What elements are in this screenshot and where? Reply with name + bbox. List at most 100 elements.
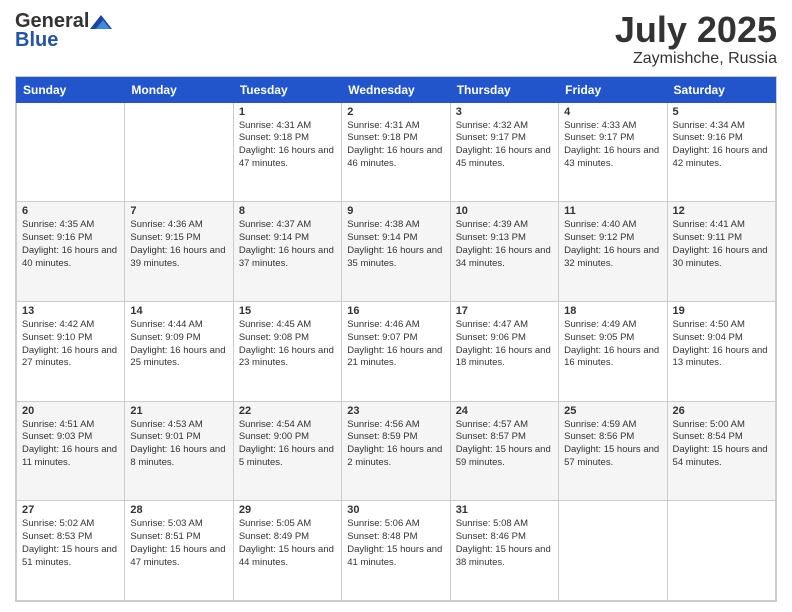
day-number: 23 xyxy=(347,405,444,417)
day-number: 8 xyxy=(239,205,336,217)
day-cell: 11Sunrise: 4:40 AMSunset: 9:12 PMDayligh… xyxy=(559,202,667,302)
day-info: Sunrise: 4:44 AMSunset: 9:09 PMDaylight:… xyxy=(130,319,227,370)
day-cell: 8 Sunrise: 4:37 AMSunset: 9:14 PMDaylight… xyxy=(233,202,341,302)
day-cell: 26Sunrise: 5:00 AMSunset: 8:54 PMDayligh… xyxy=(667,401,775,501)
day-number: 6 xyxy=(22,205,119,217)
day-number: 19 xyxy=(673,305,770,317)
calendar-header-row: SundayMondayTuesdayWednesdayThursdayFrid… xyxy=(17,77,776,102)
day-info: Sunrise: 5:02 AMSunset: 8:53 PMDaylight:… xyxy=(22,518,119,569)
day-cell: 21 Sunrise: 4:53 AMSunset: 9:01 PMDayligh… xyxy=(125,401,233,501)
day-cell xyxy=(17,102,125,202)
day-info: Sunrise: 4:31 AMSunset: 9:18 PMDaylight:… xyxy=(239,120,336,171)
day-number: 15 xyxy=(239,305,336,317)
day-info: Sunrise: 5:05 AMSunset: 8:49 PMDaylight:… xyxy=(239,518,336,569)
week-row-4: 20 Sunrise: 4:51 AMSunset: 9:03 PMDayligh… xyxy=(17,401,776,501)
day-number: 12 xyxy=(673,205,770,217)
day-cell: 1 Sunrise: 4:31 AMSunset: 9:18 PMDaylight… xyxy=(233,102,341,202)
day-info: Sunrise: 4:47 AMSunset: 9:06 PMDaylight:… xyxy=(456,319,553,370)
day-number: 4 xyxy=(564,106,661,118)
day-info: Sunrise: 5:03 AMSunset: 8:51 PMDaylight:… xyxy=(130,518,227,569)
col-header-friday: Friday xyxy=(559,77,667,102)
day-info: Sunrise: 4:50 AMSunset: 9:04 PMDaylight:… xyxy=(673,319,770,370)
col-header-saturday: Saturday xyxy=(667,77,775,102)
day-cell: 13 Sunrise: 4:42 AMSunset: 9:10 PMDayligh… xyxy=(17,301,125,401)
calendar: SundayMondayTuesdayWednesdayThursdayFrid… xyxy=(15,76,777,602)
day-info: Sunrise: 4:42 AMSunset: 9:10 PMDaylight:… xyxy=(22,319,119,370)
day-cell: 24 Sunrise: 4:57 AMSunset: 8:57 PMDayligh… xyxy=(450,401,558,501)
day-cell: 6 Sunrise: 4:35 AMSunset: 9:16 PMDaylight… xyxy=(17,202,125,302)
day-info: Sunrise: 4:32 AMSunset: 9:17 PMDaylight:… xyxy=(456,120,553,171)
day-info: Sunrise: 5:08 AMSunset: 8:46 PMDaylight:… xyxy=(456,518,553,569)
logo-blue: Blue xyxy=(15,29,58,52)
day-cell: 16Sunrise: 4:46 AMSunset: 9:07 PMDayligh… xyxy=(342,301,450,401)
day-cell: 7Sunrise: 4:36 AMSunset: 9:15 PMDaylight… xyxy=(125,202,233,302)
day-info: Sunrise: 4:38 AMSunset: 9:14 PMDaylight:… xyxy=(347,219,444,270)
col-header-thursday: Thursday xyxy=(450,77,558,102)
day-number: 20 xyxy=(22,405,119,417)
day-number: 14 xyxy=(130,305,227,317)
calendar-body: 1 Sunrise: 4:31 AMSunset: 9:18 PMDaylight… xyxy=(17,102,776,600)
day-info: Sunrise: 4:31 AMSunset: 9:18 PMDaylight:… xyxy=(347,120,444,171)
day-number: 1 xyxy=(239,106,336,118)
day-number: 3 xyxy=(456,106,553,118)
day-info: Sunrise: 4:33 AMSunset: 9:17 PMDaylight:… xyxy=(564,120,661,171)
day-info: Sunrise: 4:34 AMSunset: 9:16 PMDaylight:… xyxy=(673,120,770,171)
day-number: 28 xyxy=(130,504,227,516)
day-number: 13 xyxy=(22,305,119,317)
day-cell: 14 Sunrise: 4:44 AMSunset: 9:09 PMDayligh… xyxy=(125,301,233,401)
day-number: 17 xyxy=(456,305,553,317)
day-cell: 15 Sunrise: 4:45 AMSunset: 9:08 PMDayligh… xyxy=(233,301,341,401)
day-cell: 31 Sunrise: 5:08 AMSunset: 8:46 PMDayligh… xyxy=(450,501,558,601)
day-info: Sunrise: 4:56 AMSunset: 8:59 PMDaylight:… xyxy=(347,419,444,470)
day-cell: 27 Sunrise: 5:02 AMSunset: 8:53 PMDayligh… xyxy=(17,501,125,601)
day-number: 27 xyxy=(22,504,119,516)
day-cell: 3 Sunrise: 4:32 AMSunset: 9:17 PMDaylight… xyxy=(450,102,558,202)
day-cell xyxy=(667,501,775,601)
header: General Blue July 2025 Zaymishche, Russi… xyxy=(15,10,777,68)
day-cell: 30Sunrise: 5:06 AMSunset: 8:48 PMDayligh… xyxy=(342,501,450,601)
day-number: 16 xyxy=(347,305,444,317)
week-row-1: 1 Sunrise: 4:31 AMSunset: 9:18 PMDaylight… xyxy=(17,102,776,202)
day-info: Sunrise: 4:37 AMSunset: 9:14 PMDaylight:… xyxy=(239,219,336,270)
day-number: 2 xyxy=(347,106,444,118)
col-header-sunday: Sunday xyxy=(17,77,125,102)
day-info: Sunrise: 4:35 AMSunset: 9:16 PMDaylight:… xyxy=(22,219,119,270)
day-info: Sunrise: 4:54 AMSunset: 9:00 PMDaylight:… xyxy=(239,419,336,470)
day-info: Sunrise: 5:06 AMSunset: 8:48 PMDaylight:… xyxy=(347,518,444,569)
day-cell: 18 Sunrise: 4:49 AMSunset: 9:05 PMDayligh… xyxy=(559,301,667,401)
month-title: July 2025 xyxy=(615,10,777,50)
day-number: 31 xyxy=(456,504,553,516)
day-cell: 12 Sunrise: 4:41 AMSunset: 9:11 PMDayligh… xyxy=(667,202,775,302)
day-number: 22 xyxy=(239,405,336,417)
day-cell: 25Sunrise: 4:59 AMSunset: 8:56 PMDayligh… xyxy=(559,401,667,501)
day-cell: 2 Sunrise: 4:31 AMSunset: 9:18 PMDaylight… xyxy=(342,102,450,202)
day-cell: 19 Sunrise: 4:50 AMSunset: 9:04 PMDayligh… xyxy=(667,301,775,401)
week-row-5: 27 Sunrise: 5:02 AMSunset: 8:53 PMDayligh… xyxy=(17,501,776,601)
day-number: 25 xyxy=(564,405,661,417)
day-number: 24 xyxy=(456,405,553,417)
day-info: Sunrise: 4:45 AMSunset: 9:08 PMDaylight:… xyxy=(239,319,336,370)
day-number: 11 xyxy=(564,205,661,217)
day-info: Sunrise: 4:41 AMSunset: 9:11 PMDaylight:… xyxy=(673,219,770,270)
day-cell: 10Sunrise: 4:39 AMSunset: 9:13 PMDayligh… xyxy=(450,202,558,302)
day-cell: 5 Sunrise: 4:34 AMSunset: 9:16 PMDaylight… xyxy=(667,102,775,202)
day-info: Sunrise: 4:57 AMSunset: 8:57 PMDaylight:… xyxy=(456,419,553,470)
day-info: Sunrise: 4:49 AMSunset: 9:05 PMDaylight:… xyxy=(564,319,661,370)
day-number: 18 xyxy=(564,305,661,317)
day-cell: 9Sunrise: 4:38 AMSunset: 9:14 PMDaylight… xyxy=(342,202,450,302)
day-info: Sunrise: 4:36 AMSunset: 9:15 PMDaylight:… xyxy=(130,219,227,270)
day-number: 21 xyxy=(130,405,227,417)
title-block: July 2025 Zaymishche, Russia xyxy=(615,10,777,68)
day-cell: 20 Sunrise: 4:51 AMSunset: 9:03 PMDayligh… xyxy=(17,401,125,501)
day-number: 5 xyxy=(673,106,770,118)
day-cell xyxy=(125,102,233,202)
col-header-wednesday: Wednesday xyxy=(342,77,450,102)
location: Zaymishche, Russia xyxy=(615,50,777,68)
day-cell: 23 Sunrise: 4:56 AMSunset: 8:59 PMDayligh… xyxy=(342,401,450,501)
week-row-3: 13 Sunrise: 4:42 AMSunset: 9:10 PMDayligh… xyxy=(17,301,776,401)
day-cell: 29Sunrise: 5:05 AMSunset: 8:49 PMDayligh… xyxy=(233,501,341,601)
day-info: Sunrise: 4:51 AMSunset: 9:03 PMDaylight:… xyxy=(22,419,119,470)
day-info: Sunrise: 4:53 AMSunset: 9:01 PMDaylight:… xyxy=(130,419,227,470)
day-cell: 28 Sunrise: 5:03 AMSunset: 8:51 PMDayligh… xyxy=(125,501,233,601)
day-info: Sunrise: 5:00 AMSunset: 8:54 PMDaylight:… xyxy=(673,419,770,470)
